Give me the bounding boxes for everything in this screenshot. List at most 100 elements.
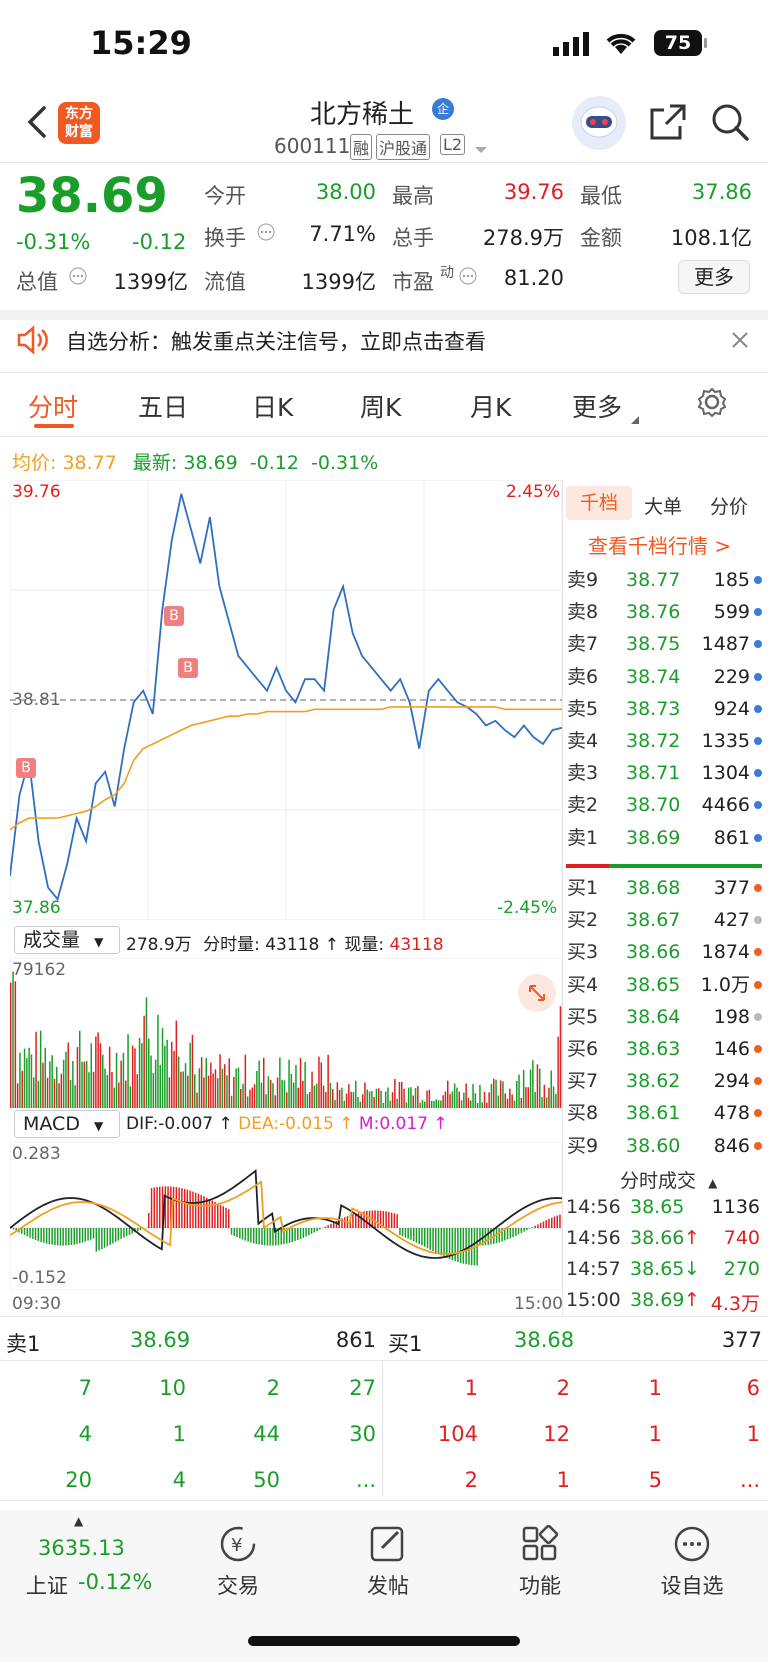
macd-frame	[10, 1142, 562, 1290]
macd-bar	[487, 1228, 489, 1245]
depth-link[interactable]: 查看千档行情 >	[588, 530, 731, 559]
robot-avatar[interactable]	[572, 96, 626, 150]
tab-depth-1000[interactable]: 千档	[566, 486, 632, 520]
macd-bar	[208, 1199, 211, 1228]
tab-price-dist[interactable]: 分价	[710, 492, 748, 519]
ticks-title[interactable]: 分时成交 ▲	[620, 1166, 717, 1193]
tick-price: 38.65	[630, 1258, 685, 1280]
watchlist-icon[interactable]	[672, 1524, 712, 1568]
info-icon[interactable]	[256, 222, 276, 246]
search-icon[interactable]	[710, 102, 750, 142]
tab-monthly-k[interactable]: 月K	[470, 388, 511, 424]
nav-trade[interactable]: 交易	[178, 1570, 298, 1600]
macd-bar	[479, 1228, 481, 1246]
level-label: 买4	[567, 973, 599, 996]
queue-sell-cell: 20	[65, 1468, 92, 1492]
macd-bar	[45, 1228, 48, 1244]
orderbook-row-bids[interactable]: 买9 38.60 846	[0, 1130, 768, 1162]
trade-icon[interactable]: ¥	[218, 1524, 258, 1568]
amount-label: 金额	[580, 226, 622, 250]
macd-bar	[299, 1228, 302, 1239]
level-dot-icon	[754, 1109, 762, 1118]
tick-time: 14:56	[566, 1196, 621, 1218]
macd-bar	[531, 1227, 534, 1228]
orderbook-row-asks[interactable]: 卖3 38.71 1304	[0, 757, 768, 789]
orderbook-row-bids[interactable]: 买7 38.62 294	[0, 1065, 768, 1097]
queue-buy-cell: ...	[739, 1468, 760, 1492]
nav-post[interactable]: 发帖	[328, 1570, 448, 1600]
function-icon[interactable]	[520, 1524, 560, 1568]
orderbook-row-asks[interactable]: 卖8 38.76 599	[0, 596, 768, 628]
bid-ask-bar	[566, 864, 762, 868]
orderbook-row-asks[interactable]: 卖7 38.75 1487	[0, 628, 768, 660]
notice-text[interactable]: 自选分析：触发重点关注信号，立即点击查看	[66, 326, 486, 356]
index-name[interactable]: 上证	[26, 1570, 68, 1600]
macd-bar	[103, 1228, 106, 1248]
level-dot-icon	[754, 948, 762, 957]
orderbook-row-bids[interactable]: 买3 38.66 1874	[0, 936, 768, 968]
macd-bar	[139, 1228, 142, 1231]
time-end: 15:00	[514, 1294, 563, 1314]
tab-big-order[interactable]: 大单	[644, 492, 682, 519]
info-icon[interactable]	[458, 266, 478, 290]
macd-bar	[512, 1228, 514, 1238]
queue-buy-cell: 12	[543, 1422, 570, 1446]
queue-sell-price: 38.69	[130, 1328, 191, 1352]
nav-function[interactable]: 功能	[480, 1570, 600, 1600]
macd-bar	[59, 1228, 62, 1246]
orderbook-row-bids[interactable]: 买2 38.67 427	[0, 904, 768, 936]
latest-pct: -0.31%	[311, 452, 379, 474]
share-icon[interactable]	[648, 102, 688, 142]
more-button[interactable]: 更多	[678, 260, 750, 294]
orderbook-row-asks[interactable]: 卖4 38.72 1335	[0, 725, 768, 757]
orderbook-row-asks[interactable]: 卖9 38.77 185	[0, 564, 768, 596]
orderbook-row-bids[interactable]: 买4 38.65 1.0万	[0, 969, 768, 1001]
back-button[interactable]	[22, 102, 52, 142]
orderbook-row-asks[interactable]: 卖5 38.73 924	[0, 693, 768, 725]
chevron-down-icon[interactable]	[474, 140, 488, 159]
queue-buy-cell: 2	[464, 1468, 478, 1492]
macd-bar	[404, 1228, 407, 1238]
app-logo[interactable]: 东方 财富	[58, 102, 100, 144]
macd-bar	[37, 1228, 40, 1241]
tab-daily-k[interactable]: 日K	[252, 388, 293, 424]
macd-bar	[432, 1228, 434, 1252]
stock-code: 600111	[274, 134, 351, 158]
tab-more[interactable]: 更多	[572, 388, 622, 424]
orderbook-row-asks[interactable]: 卖6 38.74 229	[0, 661, 768, 693]
level-dot-icon	[754, 1077, 762, 1086]
info-icon[interactable]	[68, 266, 88, 290]
tab-intraday[interactable]: 分时	[28, 388, 78, 424]
level-dot-icon	[754, 1141, 762, 1150]
settings-icon[interactable]	[696, 386, 728, 422]
orderbook-row-asks[interactable]: 卖2 38.70 4466	[0, 789, 768, 821]
close-icon[interactable]	[730, 330, 750, 354]
macd-bar	[109, 1228, 111, 1245]
level-volume: 1.0万	[700, 973, 750, 996]
index-pct[interactable]: -0.12%	[78, 1570, 152, 1594]
macd-bar	[51, 1228, 53, 1245]
orderbook-row-bids[interactable]: 买8 38.61 478	[0, 1097, 768, 1129]
orderbook-row-bids[interactable]: 买6 38.63 146	[0, 1033, 768, 1065]
index-value[interactable]: 3635.13	[38, 1536, 125, 1560]
volume-label: 总手	[392, 226, 434, 250]
orderbook-row-bids[interactable]: 买1 38.68 377	[0, 872, 768, 904]
latest-value: 38.69	[183, 452, 238, 474]
macd-bar	[120, 1228, 122, 1239]
macd-bar	[435, 1228, 437, 1253]
macd-bar	[390, 1212, 393, 1228]
macd-bar	[87, 1228, 89, 1241]
tab-five-day[interactable]: 五日	[138, 388, 188, 424]
orderbook-row-asks[interactable]: 卖1 38.69 861	[0, 822, 768, 854]
level-label: 买8	[567, 1102, 599, 1125]
macd-bar	[150, 1188, 153, 1228]
post-icon[interactable]	[368, 1524, 408, 1568]
axis-top-pct: 2.45%	[506, 482, 561, 502]
macd-bar	[76, 1228, 78, 1244]
orderbook-row-bids[interactable]: 买5 38.64 198	[0, 1001, 768, 1033]
macd-bar	[92, 1228, 95, 1239]
tag-hk-connect: 沪股通	[376, 134, 431, 160]
queue-buy-cell: 1	[464, 1376, 478, 1400]
nav-watchlist[interactable]: 设自选	[632, 1570, 752, 1600]
tab-weekly-k[interactable]: 周K	[360, 388, 401, 424]
